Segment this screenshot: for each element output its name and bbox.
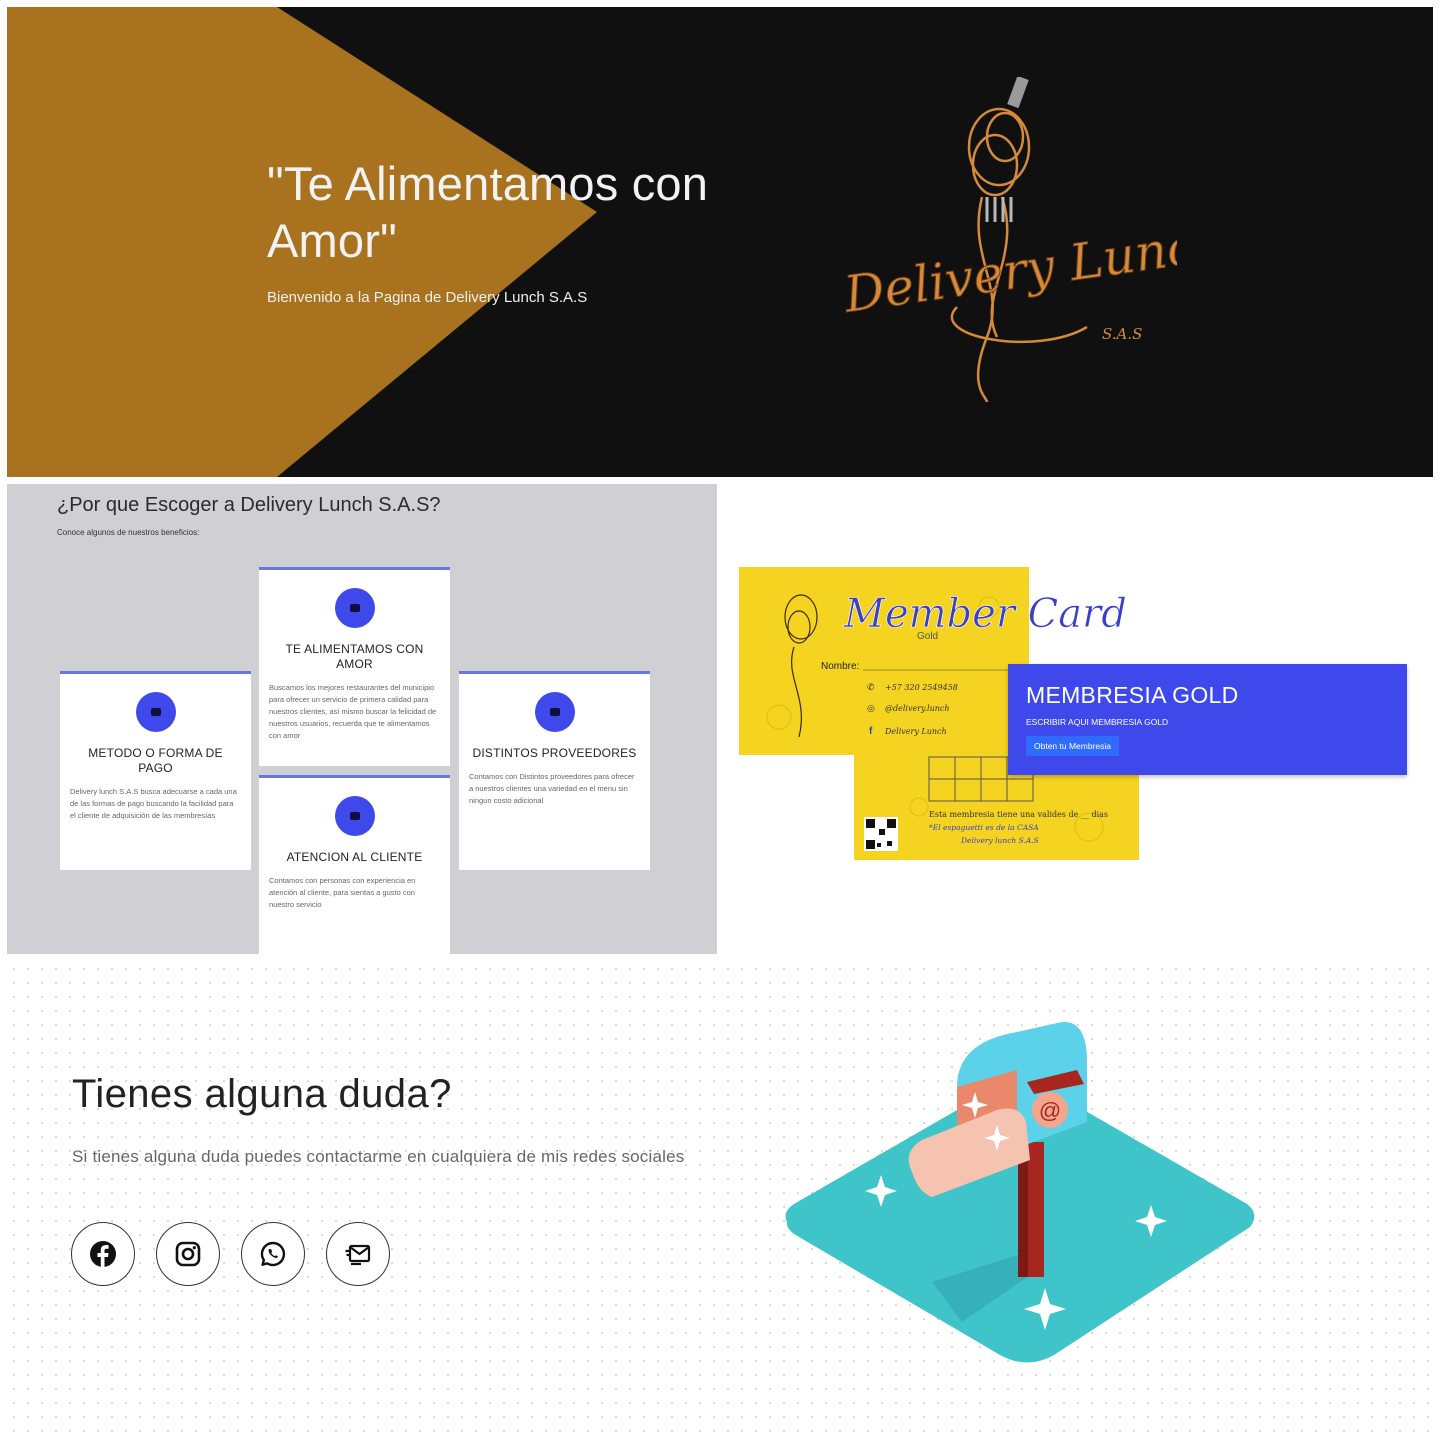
member-card-validity: Esta membresia tiene una valides de __ d… xyxy=(929,810,1108,819)
facebook-icon xyxy=(90,1241,116,1267)
membership-gold-title: MEMBRESIA GOLD xyxy=(1026,682,1239,708)
hero-subtitle: Bienvenido a la Pagina de Delivery Lunch… xyxy=(267,289,588,306)
benefit-card-text: Buscamos los mejores restaurantes del mu… xyxy=(269,683,437,740)
contact-title: Tienes alguna duda? xyxy=(72,1072,452,1116)
benefit-card-title: METODO O FORMA DE PAGO xyxy=(88,746,223,775)
benefits-subtitle: Conoce algunos de nuestros beneficios: xyxy=(57,528,200,537)
member-card-tier: Gold xyxy=(917,631,938,642)
whatsapp-button[interactable] xyxy=(241,1222,305,1286)
benefit-card-providers: DISTINTOS PROVEEDORES Contamos con Disti… xyxy=(459,671,650,870)
whatsapp-icon xyxy=(260,1241,286,1267)
heart-icon xyxy=(334,588,375,628)
contact-subtitle: Si tienes alguna duda puedes contactarme… xyxy=(72,1147,685,1166)
membership-gold-subtitle: ESCRIBIR AQUI MEMBRESIA GOLD xyxy=(1026,717,1169,727)
mailbox-at-symbol: @ xyxy=(1039,1098,1061,1123)
member-card-note: *El espaguetti es de la CASA xyxy=(929,823,1039,832)
benefit-card-title: ATENCION AL CLIENTE xyxy=(286,850,423,864)
member-card-title: Member Card xyxy=(843,591,1127,637)
facebook-button[interactable] xyxy=(71,1222,135,1286)
hero-banner: "Te Alimentamos con Amor" Bienvenido a l… xyxy=(7,7,1433,477)
benefits-section: ¿Por que Escoger a Delivery Lunch S.A.S?… xyxy=(7,484,717,954)
benefit-card-title: TE ALIMENTAMOS CON AMOR xyxy=(285,642,424,671)
instagram-icon: ◎ xyxy=(867,703,875,713)
member-card-brand: Delivery lunch S.A.S xyxy=(960,836,1039,845)
email-icon xyxy=(345,1244,371,1266)
membership-section: Member Card Gold Nombre: ✆ +57 320 25494… xyxy=(724,484,1433,954)
member-card-phone: +57 320 2549458 xyxy=(885,683,958,692)
benefits-title: ¿Por que Escoger a Delivery Lunch S.A.S? xyxy=(57,494,441,516)
member-card-facebook: Delivery Lunch xyxy=(884,727,947,736)
member-card-name-label: Nombre: xyxy=(821,661,859,672)
instagram-button[interactable] xyxy=(156,1222,220,1286)
benefit-card-support: ATENCION AL CLIENTE Contamos con persona… xyxy=(259,775,450,954)
smile-icon xyxy=(334,796,375,836)
qr-code-icon xyxy=(864,817,898,851)
phone-icon: ✆ xyxy=(867,682,875,692)
mailbox-illustration: @ xyxy=(785,1022,1255,1363)
hero-title: "Te Alimentamos con Amor" xyxy=(267,157,709,267)
membership-gold-panel: MEMBRESIA GOLD ESCRIBIR AQUI MEMBRESIA G… xyxy=(1008,664,1407,775)
benefit-card-text: Contamos con Distintos proveedores para … xyxy=(469,772,635,805)
social-links xyxy=(71,1222,390,1286)
benefit-card-payment: METODO O FORMA DE PAGO Delivery lunch S.… xyxy=(60,671,251,870)
member-card-instagram: @delivery.lunch xyxy=(885,704,950,713)
benefit-card-text: Contamos con personas con experiencia en… xyxy=(269,876,416,909)
email-button[interactable] xyxy=(326,1222,390,1286)
instagram-icon xyxy=(175,1241,201,1267)
benefit-card-title: DISTINTOS PROVEEDORES xyxy=(472,746,637,760)
contact-section: Tienes alguna duda? Si tienes alguna dud… xyxy=(7,962,1433,1433)
truck-icon xyxy=(534,692,575,732)
delivery-lunch-logo: Delivery Lunch S.A.S xyxy=(839,77,1177,403)
wallet-icon xyxy=(135,692,176,732)
benefit-card-text: Delivery lunch S.A.S busca adecuarse a c… xyxy=(70,787,237,820)
logo-suffix: S.A.S xyxy=(1102,325,1142,343)
get-membership-button[interactable]: Obten tu Membresia xyxy=(1026,736,1120,756)
benefit-card-love: TE ALIMENTAMOS CON AMOR Buscamos los mej… xyxy=(259,567,450,766)
